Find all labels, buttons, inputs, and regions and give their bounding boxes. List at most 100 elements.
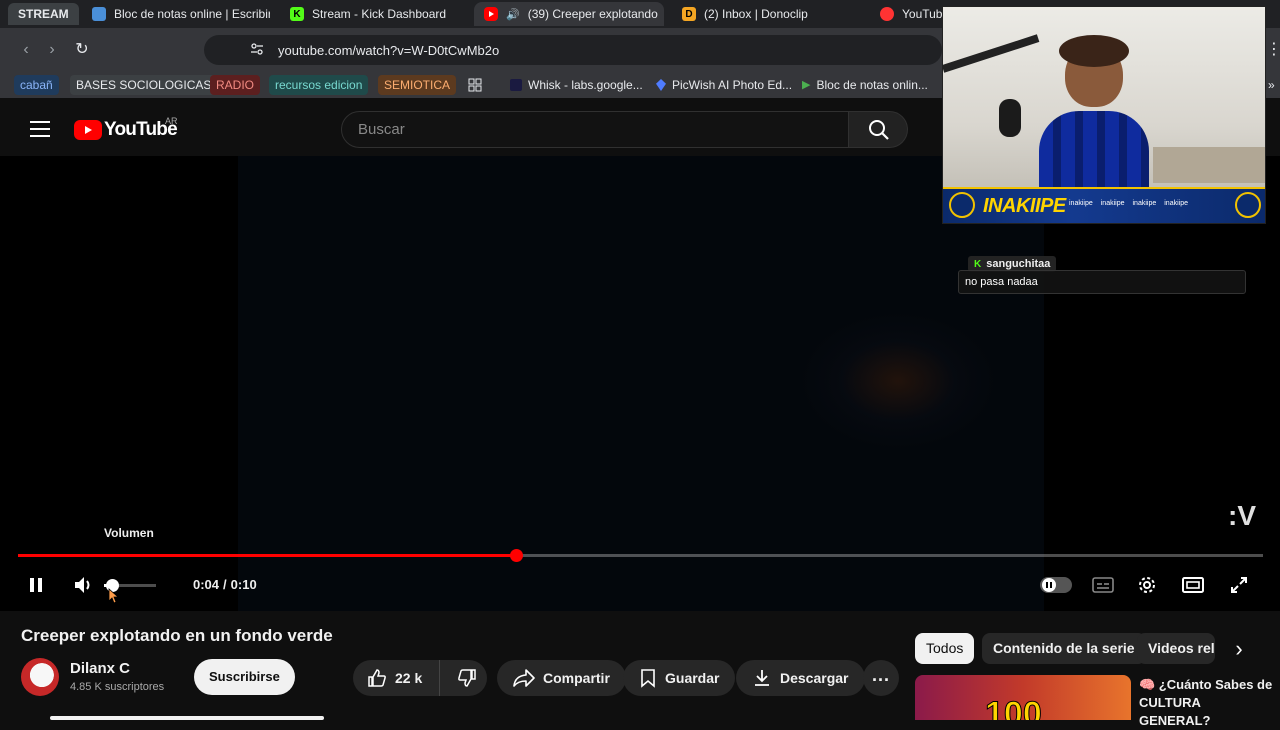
fullscreen-icon (1231, 577, 1247, 593)
subtitles-icon (1092, 577, 1114, 593)
picwish-icon (656, 79, 666, 91)
tab-title: Stream - Kick Dashboard (312, 7, 447, 21)
fullscreen-button[interactable] (1229, 575, 1249, 600)
filter-chip-all[interactable]: Todos (915, 633, 975, 664)
video-frame (238, 156, 1044, 611)
channel-avatar[interactable] (21, 658, 59, 696)
mouse-cursor (108, 588, 120, 609)
bookmark-label: PicWish AI Photo Ed... (672, 78, 793, 92)
hamburger-menu-icon[interactable] (30, 121, 50, 137)
volume-slider[interactable] (104, 579, 156, 592)
download-label: Descargar (780, 670, 849, 686)
site-settings-icon[interactable] (250, 42, 264, 56)
bookmark-folder[interactable]: cabañ (14, 75, 59, 95)
subscribe-button[interactable]: Suscribirse (194, 659, 295, 695)
more-horizontal-icon: ... (871, 664, 890, 685)
description-edge (50, 716, 324, 720)
download-button[interactable]: Descargar (736, 660, 865, 696)
social-handles: inakiipe inakiipe inakiipe inakiipe (1069, 200, 1188, 207)
back-icon[interactable]: ‹ (14, 38, 38, 62)
mute-button[interactable] (72, 574, 94, 596)
search-icon (869, 120, 889, 140)
play-icon: ▶ (802, 79, 811, 91)
streamer-jersey (1039, 111, 1149, 191)
autoplay-toggle[interactable] (1040, 577, 1072, 593)
recommendation-title-line: 🧠 ¿Cuánto Sabes de CULTURA (1139, 677, 1273, 710)
club-crest-icon (949, 192, 975, 218)
search-placeholder: Buscar (358, 121, 405, 138)
progress-scrubber[interactable] (510, 549, 523, 562)
streamer-name: INAKIIPE (983, 195, 1066, 217)
more-actions-button[interactable]: ... (863, 660, 899, 696)
recommendation-thumbnail[interactable]: 100 (915, 675, 1131, 720)
save-button[interactable]: Guardar (623, 660, 736, 696)
whisk-icon (510, 79, 522, 91)
recommendation-title[interactable]: 🧠 ¿Cuánto Sabes de CULTURA GENERAL? (1139, 676, 1275, 730)
bookmark-whisk[interactable]: Whisk - labs.google... (504, 75, 649, 95)
chevron-right-icon[interactable]: › (1226, 636, 1252, 662)
volume-tooltip: Volumen (104, 526, 154, 540)
bookmark-folder[interactable]: BASES SOCIOLOGICAS (70, 75, 218, 95)
bookmark-icon (641, 669, 655, 688)
club-crest-icon (1235, 192, 1261, 218)
pause-button[interactable] (27, 576, 45, 594)
like-count: 22 k (395, 670, 423, 686)
settings-button[interactable] (1137, 575, 1157, 600)
browser-tab-donoclip[interactable]: D (2) Inbox | Donoclip (672, 2, 862, 26)
webcam-overlay: INAKIIPE inakiipe inakiipe inakiipe inak… (942, 6, 1266, 224)
speaker-icon: 🔊 (506, 8, 520, 21)
recommendation-title-line: GENERAL? (1139, 713, 1211, 728)
bookmark-folder[interactable]: RADIO (210, 75, 261, 95)
like-button[interactable]: 22 k (353, 660, 440, 696)
bookmark-picwish[interactable]: PicWish AI Photo Ed... (650, 75, 798, 95)
bookmark-notepad[interactable]: ▶ Bloc de notas onlin... (796, 75, 934, 95)
bookmark-folder[interactable]: SEMIOTICA (378, 75, 457, 95)
tab-group-label[interactable]: STREAM (8, 3, 79, 25)
filter-chip-related[interactable]: Videos rel (1137, 633, 1215, 664)
chat-message: no pasa nadaa (965, 276, 1038, 288)
youtube-handle: inakiipe (1100, 200, 1125, 207)
browser-tab-notepad[interactable]: Bloc de notas online | Escribir (82, 2, 270, 26)
kick-icon: K (974, 258, 982, 270)
tab-title: (2) Inbox | Donoclip (704, 7, 808, 21)
bookmark-label: Bloc de notas onlin... (816, 78, 928, 92)
video-content (798, 311, 998, 451)
streamer-banner: INAKIIPE inakiipe inakiipe inakiipe inak… (943, 187, 1265, 223)
browser-tab-youtube-music[interactable]: YouTube (870, 2, 942, 26)
bookmark-label: Whisk - labs.google... (528, 78, 643, 92)
autoplay-pause-icon (1042, 578, 1056, 592)
search-button[interactable] (848, 111, 908, 148)
mic-arm (943, 34, 1040, 73)
save-label: Guardar (665, 670, 720, 686)
filter-chip-series[interactable]: Contenido de la serie (982, 633, 1146, 664)
time-display: 0:04 / 0:10 (193, 577, 257, 592)
chat-username: sanguchitaa (986, 258, 1051, 270)
subtitles-button[interactable] (1092, 577, 1114, 598)
watermark-logo: :V (1228, 500, 1256, 531)
time-current: 0:04 (193, 577, 220, 592)
theater-mode-button[interactable] (1182, 577, 1204, 598)
channel-name[interactable]: Dilanx C (70, 660, 130, 677)
progress-bar[interactable] (18, 549, 1263, 562)
share-icon (513, 669, 535, 687)
browser-tab-youtube-active[interactable]: 🔊 (39) Creeper explotando ✕ (474, 2, 664, 26)
video-title: Creeper explotando en un fondo verde (21, 626, 333, 645)
bookmark-folder[interactable]: recursos edicion (269, 75, 369, 95)
youtube-logo-icon[interactable] (74, 120, 102, 140)
tab-title: Bloc de notas online | Escribir (114, 7, 270, 21)
streamer-hair (1059, 35, 1129, 67)
browser-tab-kick[interactable]: K Stream - Kick Dashboard (280, 2, 468, 26)
forward-icon[interactable]: › (40, 38, 64, 62)
thumbs-down-icon (458, 669, 477, 687)
reload-icon[interactable]: ↻ (70, 38, 94, 62)
apps-grid-icon[interactable] (462, 75, 488, 95)
search-input[interactable]: Buscar (341, 111, 849, 148)
thumbnail-text: 100 (985, 695, 1043, 721)
kick-handle: inakiipe (1164, 200, 1188, 207)
volume-icon (75, 577, 90, 593)
url-text[interactable]: youtube.com/watch?v=W-D0tCwMb2o (278, 43, 499, 58)
share-button[interactable]: Compartir (497, 660, 626, 696)
notepad-icon (92, 7, 106, 21)
dislike-button[interactable] (448, 660, 487, 696)
video-player[interactable] (0, 156, 1280, 611)
